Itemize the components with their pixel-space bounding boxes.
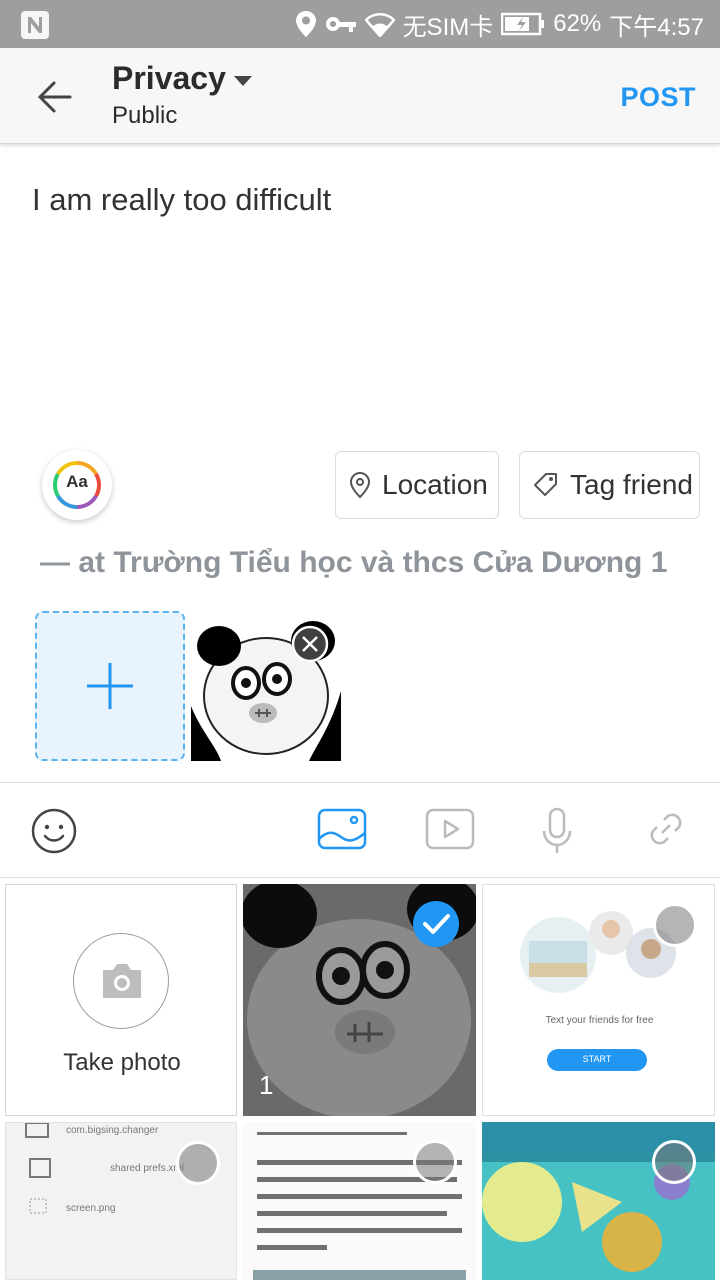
battery-percent: 62% — [553, 10, 602, 37]
privacy-title[interactable]: Privacy — [112, 60, 226, 97]
select-circle-icon[interactable] — [653, 903, 697, 947]
clock: 下午4:57 — [609, 13, 704, 41]
text-style-label: Aa — [66, 472, 88, 491]
gallery-photo-panda-selected[interactable]: 1 — [243, 884, 476, 1116]
select-circle-icon[interactable] — [652, 1140, 696, 1184]
video-play-icon[interactable] — [425, 807, 475, 856]
settings-line-3: screen.png — [66, 1203, 116, 1214]
photo-gallery-grid: Take photo 1 Text your friends for free … — [0, 878, 720, 1280]
gallery-photo-game-screenshot[interactable] — [482, 1122, 715, 1280]
media-toolbar — [0, 782, 720, 878]
settings-line-1: com.bigsing.changer — [66, 1125, 159, 1136]
tag-friend-label: Tag friend — [570, 469, 693, 500]
gallery-photo-invite-screenshot[interactable]: Text your friends for free START — [482, 884, 715, 1116]
gallery-photo-settings-screenshot[interactable]: com.bigsing.changer shared prefs.xml scr… — [5, 1122, 237, 1280]
microphone-icon[interactable] — [540, 807, 574, 860]
select-circle-icon[interactable] — [176, 1141, 220, 1185]
back-arrow-icon[interactable] — [30, 76, 78, 118]
location-button[interactable]: Location — [335, 451, 499, 519]
post-text-input[interactable]: I am really too difficult — [32, 182, 331, 218]
take-photo-tile[interactable]: Take photo — [5, 884, 237, 1116]
link-icon[interactable] — [644, 807, 688, 856]
take-photo-label: Take photo — [63, 1049, 181, 1076]
select-circle-icon[interactable] — [413, 1140, 457, 1184]
attached-image-thumbnail[interactable] — [191, 611, 341, 761]
location-pin-icon — [295, 10, 317, 38]
plus-icon — [87, 663, 133, 709]
location-pin-outline-icon — [349, 472, 371, 499]
privacy-value[interactable]: Public — [112, 102, 177, 130]
status-bar: 无SIM卡 62% 下午4:57 — [0, 0, 720, 48]
invite-text: Text your friends for free — [545, 1015, 654, 1026]
camera-circle — [73, 933, 169, 1029]
tag-friend-button[interactable]: Tag friend — [519, 451, 700, 519]
battery-icon — [501, 12, 545, 36]
photo-gallery-icon[interactable] — [317, 807, 367, 856]
text-style-button[interactable]: Aa — [42, 450, 112, 520]
add-media-button[interactable] — [35, 611, 185, 761]
remove-image-close-icon[interactable] — [291, 625, 329, 663]
invite-start-label: START — [582, 1054, 612, 1064]
post-button[interactable]: POST — [620, 82, 696, 113]
location-label: Location — [382, 469, 488, 500]
vpn-key-icon — [325, 14, 357, 34]
notification-n-icon — [20, 10, 50, 40]
camera-icon — [103, 964, 141, 998]
carrier-text: 无SIM卡 — [402, 13, 494, 41]
gallery-photo-article-screenshot[interactable] — [243, 1122, 476, 1280]
caret-down-icon[interactable] — [233, 74, 253, 86]
app-bar: Privacy Public POST — [0, 48, 720, 144]
checkin-location-text[interactable]: — at Trường Tiểu học và thcs Cửa Dương 1 — [40, 546, 667, 580]
tag-icon — [534, 473, 557, 496]
selected-check-icon[interactable] — [412, 900, 460, 948]
emoji-icon[interactable] — [30, 807, 78, 860]
settings-line-2: shared prefs.xml — [110, 1163, 184, 1174]
wifi-icon — [364, 11, 395, 37]
selection-number: 1 — [259, 1070, 274, 1100]
